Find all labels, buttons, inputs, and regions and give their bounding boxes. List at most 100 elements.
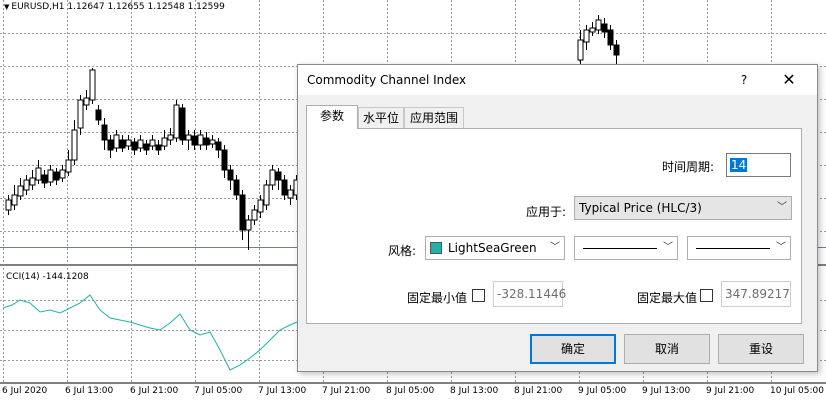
chevron-down-icon: ﹀ xyxy=(663,242,673,253)
chevron-down-icon: ﹀ xyxy=(550,242,560,253)
time-label: 8 Jul 05:00 xyxy=(386,386,435,396)
candle-body xyxy=(137,139,144,149)
candle-body xyxy=(41,174,48,184)
candle-body xyxy=(107,139,114,151)
fixed-max-label: 固定最大值 xyxy=(637,291,698,305)
cancel-button[interactable]: 取消 xyxy=(624,334,710,364)
candle-body xyxy=(595,19,602,31)
tab-visualization[interactable]: 应用范围 xyxy=(404,107,464,129)
candle-body xyxy=(245,219,252,231)
line-style-select[interactable]: ﹀ xyxy=(574,236,678,260)
period-input[interactable]: 14 xyxy=(726,153,791,177)
candle-body xyxy=(29,177,36,186)
time-label: 7 Jul 05:00 xyxy=(194,386,243,396)
candle-body xyxy=(281,179,288,196)
ok-button[interactable]: 确定 xyxy=(530,334,616,364)
period-label: 时间周期: xyxy=(662,160,715,174)
candle-body xyxy=(53,171,60,181)
candle-body xyxy=(143,143,150,151)
candle-body xyxy=(607,29,614,46)
line-width-select[interactable]: ﹀ xyxy=(687,236,791,260)
tab-levels[interactable]: 水平位 xyxy=(358,107,404,129)
candle-body xyxy=(23,179,30,191)
help-button[interactable]: ? xyxy=(733,71,755,89)
candle-body xyxy=(125,139,132,147)
reset-button[interactable]: 重设 xyxy=(718,334,804,364)
apply-to-label: 应用于: xyxy=(526,205,567,219)
symbol-triangle-icon: ▼ xyxy=(4,3,10,11)
chevron-down-icon: ﹀ xyxy=(776,242,786,253)
time-label: 8 Jul 21:00 xyxy=(514,386,563,396)
candle-body xyxy=(203,137,210,146)
fixed-max-input[interactable]: 347.89217 xyxy=(721,281,791,307)
color-select[interactable]: LightSeaGreen ﹀ xyxy=(425,236,565,260)
fixed-min-checkbox[interactable] xyxy=(472,289,485,302)
apply-to-value: Typical Price (HLC/3) xyxy=(579,201,702,215)
color-swatch xyxy=(430,242,442,254)
candle-body xyxy=(77,99,84,129)
candle-body xyxy=(577,39,584,61)
close-icon[interactable]: ✕ xyxy=(778,70,800,90)
candle-body xyxy=(251,209,258,221)
time-axis: 6 Jul 2020 6 Jul 13:00 6 Jul 21:00 7 Jul… xyxy=(0,386,826,403)
candle-body xyxy=(89,69,96,101)
candle-body xyxy=(167,134,174,141)
candle-body xyxy=(5,199,12,211)
candle-body xyxy=(191,135,198,146)
tab-parameters[interactable]: 参数 xyxy=(306,105,358,129)
candle-body xyxy=(11,194,18,206)
line-style-preview xyxy=(583,248,657,249)
cci-indicator-label: CCI(14) -144.1208 xyxy=(6,272,89,282)
time-label: 9 Jul 13:00 xyxy=(642,386,691,396)
cci-properties-dialog: Commodity Channel Index ? ✕ 参数 水平位 应用范围 … xyxy=(297,64,818,372)
dialog-title: Commodity Channel Index xyxy=(307,73,467,87)
time-label: 6 Jul 13:00 xyxy=(65,386,114,396)
color-name: LightSeaGreen xyxy=(448,241,537,255)
fixed-max-checkbox[interactable] xyxy=(700,289,713,302)
candle-body xyxy=(601,23,608,33)
time-label: 6 Jul 2020 xyxy=(2,386,48,396)
candle-body xyxy=(131,141,138,151)
candle-body xyxy=(149,139,156,147)
candle-body xyxy=(59,169,66,179)
cci-line xyxy=(2,294,298,371)
apply-to-select[interactable]: Typical Price (HLC/3) ﹀ xyxy=(574,196,792,220)
time-label: 7 Jul 21:00 xyxy=(322,386,371,396)
candle-body xyxy=(589,27,596,33)
style-label: 风格: xyxy=(388,244,417,258)
candle-body xyxy=(197,134,204,146)
candle-body xyxy=(269,169,276,186)
candle-body xyxy=(155,144,162,151)
time-label: 9 Jul 05:00 xyxy=(578,386,627,396)
fixed-min-input[interactable]: -328.11446 xyxy=(493,281,566,307)
dialog-titlebar[interactable]: Commodity Channel Index ? ✕ xyxy=(298,65,817,95)
candle-body xyxy=(275,171,282,181)
candle-body xyxy=(613,44,620,56)
candle-body xyxy=(65,159,72,173)
candle-body xyxy=(95,109,102,121)
candle-body xyxy=(173,104,180,139)
candle-body xyxy=(113,134,120,149)
candle-body xyxy=(233,179,240,196)
chevron-down-icon: ﹀ xyxy=(777,202,787,213)
time-label: 8 Jul 13:00 xyxy=(450,386,499,396)
candle-body xyxy=(17,185,24,197)
candle-body xyxy=(239,194,246,231)
candle-body xyxy=(287,189,294,199)
candle-body xyxy=(221,149,228,171)
candle-body xyxy=(83,97,90,106)
candle-body xyxy=(47,169,54,183)
candle-body xyxy=(179,107,186,141)
candle-body xyxy=(185,134,192,141)
parameters-panel: 时间周期: 14 应用于: Typical Price (HLC/3) ﹀ 风格… xyxy=(306,128,802,324)
period-value: 14 xyxy=(730,158,748,172)
candle-body xyxy=(161,137,168,147)
candle-body xyxy=(119,139,126,149)
time-label: 9 Jul 21:00 xyxy=(706,386,755,396)
candle-body xyxy=(227,169,234,181)
candle-body xyxy=(101,124,108,141)
candle-body xyxy=(263,184,270,206)
candle-body xyxy=(215,141,222,151)
time-label: 7 Jul 13:00 xyxy=(258,386,307,396)
candle-body xyxy=(71,129,78,161)
